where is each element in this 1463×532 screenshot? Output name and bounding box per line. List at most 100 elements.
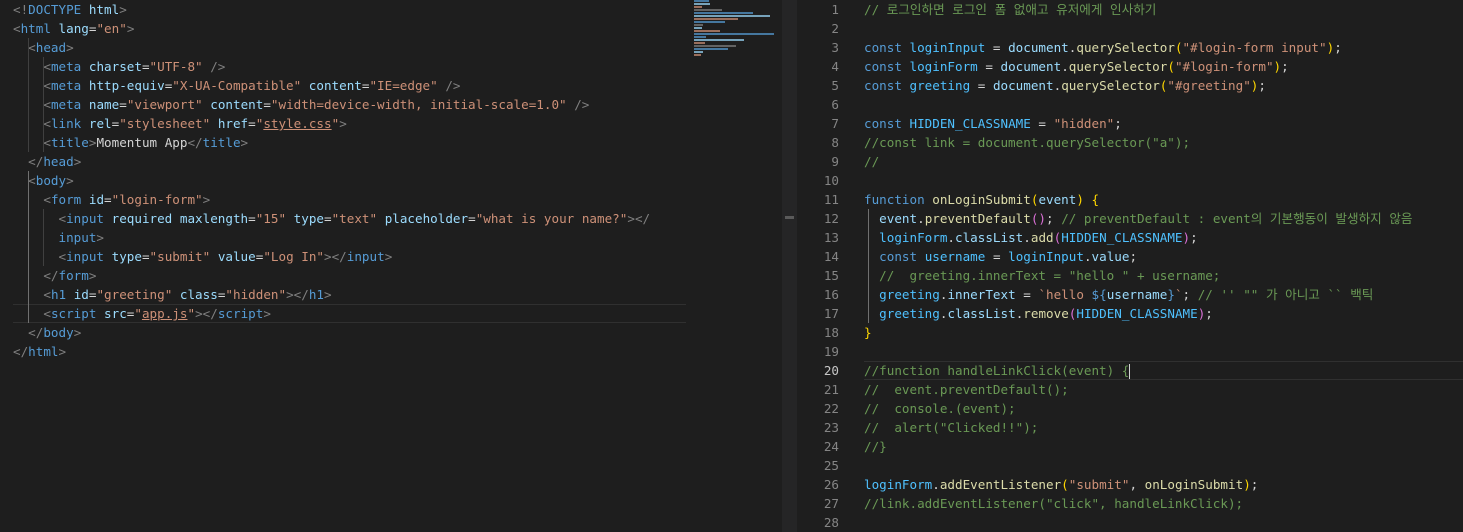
code-token: querySelector — [1076, 40, 1175, 55]
code-line[interactable]: //function handleLinkClick(event) { — [864, 361, 1463, 380]
code-token: preventDefault — [924, 211, 1031, 226]
code-line[interactable]: loginForm.classList.add(HIDDEN_CLASSNAME… — [864, 228, 1463, 247]
code-line[interactable]: //const link = document.querySelector("a… — [864, 133, 1463, 152]
code-token: required — [111, 211, 173, 226]
code-line[interactable]: ​ — [864, 456, 1463, 475]
code-line[interactable]: <form id="login-form"> — [13, 190, 773, 209]
minimap-line — [694, 42, 705, 44]
line-number: 22 — [823, 401, 839, 416]
code-token: const — [864, 116, 902, 131]
code-token: > — [73, 154, 82, 169]
code-token: "width=device-width, initial-scale=1.0" — [270, 97, 567, 112]
code-line[interactable]: // 로그인하면 로그인 폼 없애고 유저에게 인사하기 — [864, 0, 1463, 19]
code-line[interactable]: const username = loginInput.value; — [864, 247, 1463, 266]
code-line[interactable]: <!DOCTYPE html> — [13, 0, 773, 19]
code-token: /> — [445, 78, 461, 93]
code-line[interactable]: <input type="submit" value="Log In"></in… — [13, 247, 773, 266]
scrollbar-thumb[interactable] — [785, 216, 794, 219]
code-token: . — [1083, 249, 1092, 264]
code-token: "UTF-8" — [149, 59, 203, 74]
code-line[interactable]: ​ — [864, 171, 1463, 190]
code-line[interactable]: event.preventDefault(); // preventDefaul… — [864, 209, 1463, 228]
indent-guide — [43, 209, 45, 266]
right-editor-pane[interactable]: 1 2 3 4 5 6 7 8 9 10 11 12 13 14 15 16 17 18 19 20 21 22 23 24 2… — [797, 0, 1463, 532]
line-number: 26 — [823, 477, 839, 492]
code-line[interactable]: } — [864, 323, 1463, 342]
code-token: ) — [1273, 59, 1282, 74]
editor-splitter-scrollbar[interactable] — [782, 0, 797, 532]
html-code-area[interactable]: <!DOCTYPE html> <html lang="en"> <head> <… — [13, 0, 773, 361]
minimap[interactable] — [694, 0, 774, 56]
minimap-line — [694, 0, 709, 2]
code-line[interactable]: const loginInput = document.querySelecto… — [864, 38, 1463, 57]
code-line[interactable]: const loginForm = document.querySelector… — [864, 57, 1463, 76]
code-line[interactable]: ​ — [864, 342, 1463, 361]
code-line[interactable]: ​ — [864, 513, 1463, 532]
code-token: onLoginSubmit — [932, 192, 1031, 207]
code-line[interactable]: </head> — [13, 152, 773, 171]
code-line[interactable]: ​ — [864, 95, 1463, 114]
code-line[interactable]: // event.preventDefault(); — [864, 380, 1463, 399]
code-line[interactable]: <meta charset="UTF-8" /> — [13, 57, 773, 76]
code-token: </ — [202, 306, 218, 321]
code-line[interactable]: </body> — [13, 323, 773, 342]
code-line[interactable]: loginForm.addEventListener("submit", onL… — [864, 475, 1463, 494]
code-line[interactable]: ​ — [864, 19, 1463, 38]
line-number: 28 — [823, 515, 839, 530]
line-number: 24 — [823, 439, 839, 454]
code-line[interactable]: // console.(event); — [864, 399, 1463, 418]
code-token: > — [58, 344, 67, 359]
code-line[interactable]: <script src="app.js"></script> — [13, 304, 773, 323]
code-line[interactable]: function onLoginSubmit(event) { — [864, 190, 1463, 209]
code-line[interactable]: </html> — [13, 342, 773, 361]
code-line[interactable]: const HIDDEN_CLASSNAME = "hidden"; — [864, 114, 1463, 133]
code-token: < — [58, 211, 67, 226]
code-line[interactable]: const greeting = document.querySelector(… — [864, 76, 1463, 95]
code-token: ; — [1334, 40, 1342, 55]
code-token: greeting — [879, 306, 940, 321]
code-token: . — [1061, 59, 1069, 74]
code-line[interactable]: </form> — [13, 266, 773, 285]
code-token: input — [66, 249, 105, 264]
code-token: script — [50, 306, 97, 321]
code-token: ; — [1258, 78, 1266, 93]
line-number: 13 — [823, 230, 839, 245]
code-line[interactable]: <body> — [13, 171, 773, 190]
code-line[interactable]: //} — [864, 437, 1463, 456]
code-line[interactable]: // — [864, 152, 1463, 171]
code-line[interactable]: <title>Momentum App</title> — [13, 133, 773, 152]
code-line[interactable]: <h1 id="greeting" class="hidden"></h1> — [13, 285, 773, 304]
code-line[interactable]: input> — [13, 228, 773, 247]
minimap-line — [694, 21, 725, 23]
code-token: // greeting.innerText = "hello " + usern… — [879, 268, 1221, 283]
code-line[interactable]: //link.addEventListener("click", handleL… — [864, 494, 1463, 513]
code-line[interactable]: <meta name="viewport" content="width=dev… — [13, 95, 773, 114]
code-token: "submit" — [149, 249, 211, 264]
code-line[interactable]: // greeting.innerText = "hello " + usern… — [864, 266, 1463, 285]
line-number: 16 — [823, 287, 839, 302]
code-token: form — [58, 268, 89, 283]
left-editor-pane[interactable]: <!DOCTYPE html> <html lang="en"> <head> <… — [0, 0, 782, 532]
line-number: 27 — [823, 496, 839, 511]
code-token: > — [126, 21, 135, 36]
code-token: } — [1167, 287, 1175, 302]
code-line[interactable]: <html lang="en"> — [13, 19, 773, 38]
code-token: "submit" — [1068, 477, 1130, 492]
code-token: () — [1030, 211, 1047, 226]
code-line[interactable]: <link rel="stylesheet" href="style.css"> — [13, 114, 773, 133]
code-line[interactable]: <meta http-equiv="X-UA-Compatible" conte… — [13, 76, 773, 95]
code-line[interactable]: <input required maxlength="15" type="tex… — [13, 209, 773, 228]
code-token: username — [924, 249, 986, 264]
code-token: ${ — [1091, 287, 1107, 302]
code-line[interactable]: greeting.classList.remove(HIDDEN_CLASSNA… — [864, 304, 1463, 323]
code-line[interactable]: // alert("Clicked!!"); — [864, 418, 1463, 437]
code-line[interactable]: greeting.innerText = `hello ${username}`… — [864, 285, 1463, 304]
code-token: //link.addEventListener("click", handleL… — [864, 496, 1244, 511]
code-token: ; — [1182, 287, 1198, 302]
code-line[interactable]: <head> — [13, 38, 773, 57]
text-cursor — [1129, 364, 1131, 379]
js-code-area[interactable]: // 로그인하면 로그인 폼 없애고 유저에게 인사하기​const login… — [864, 0, 1463, 532]
